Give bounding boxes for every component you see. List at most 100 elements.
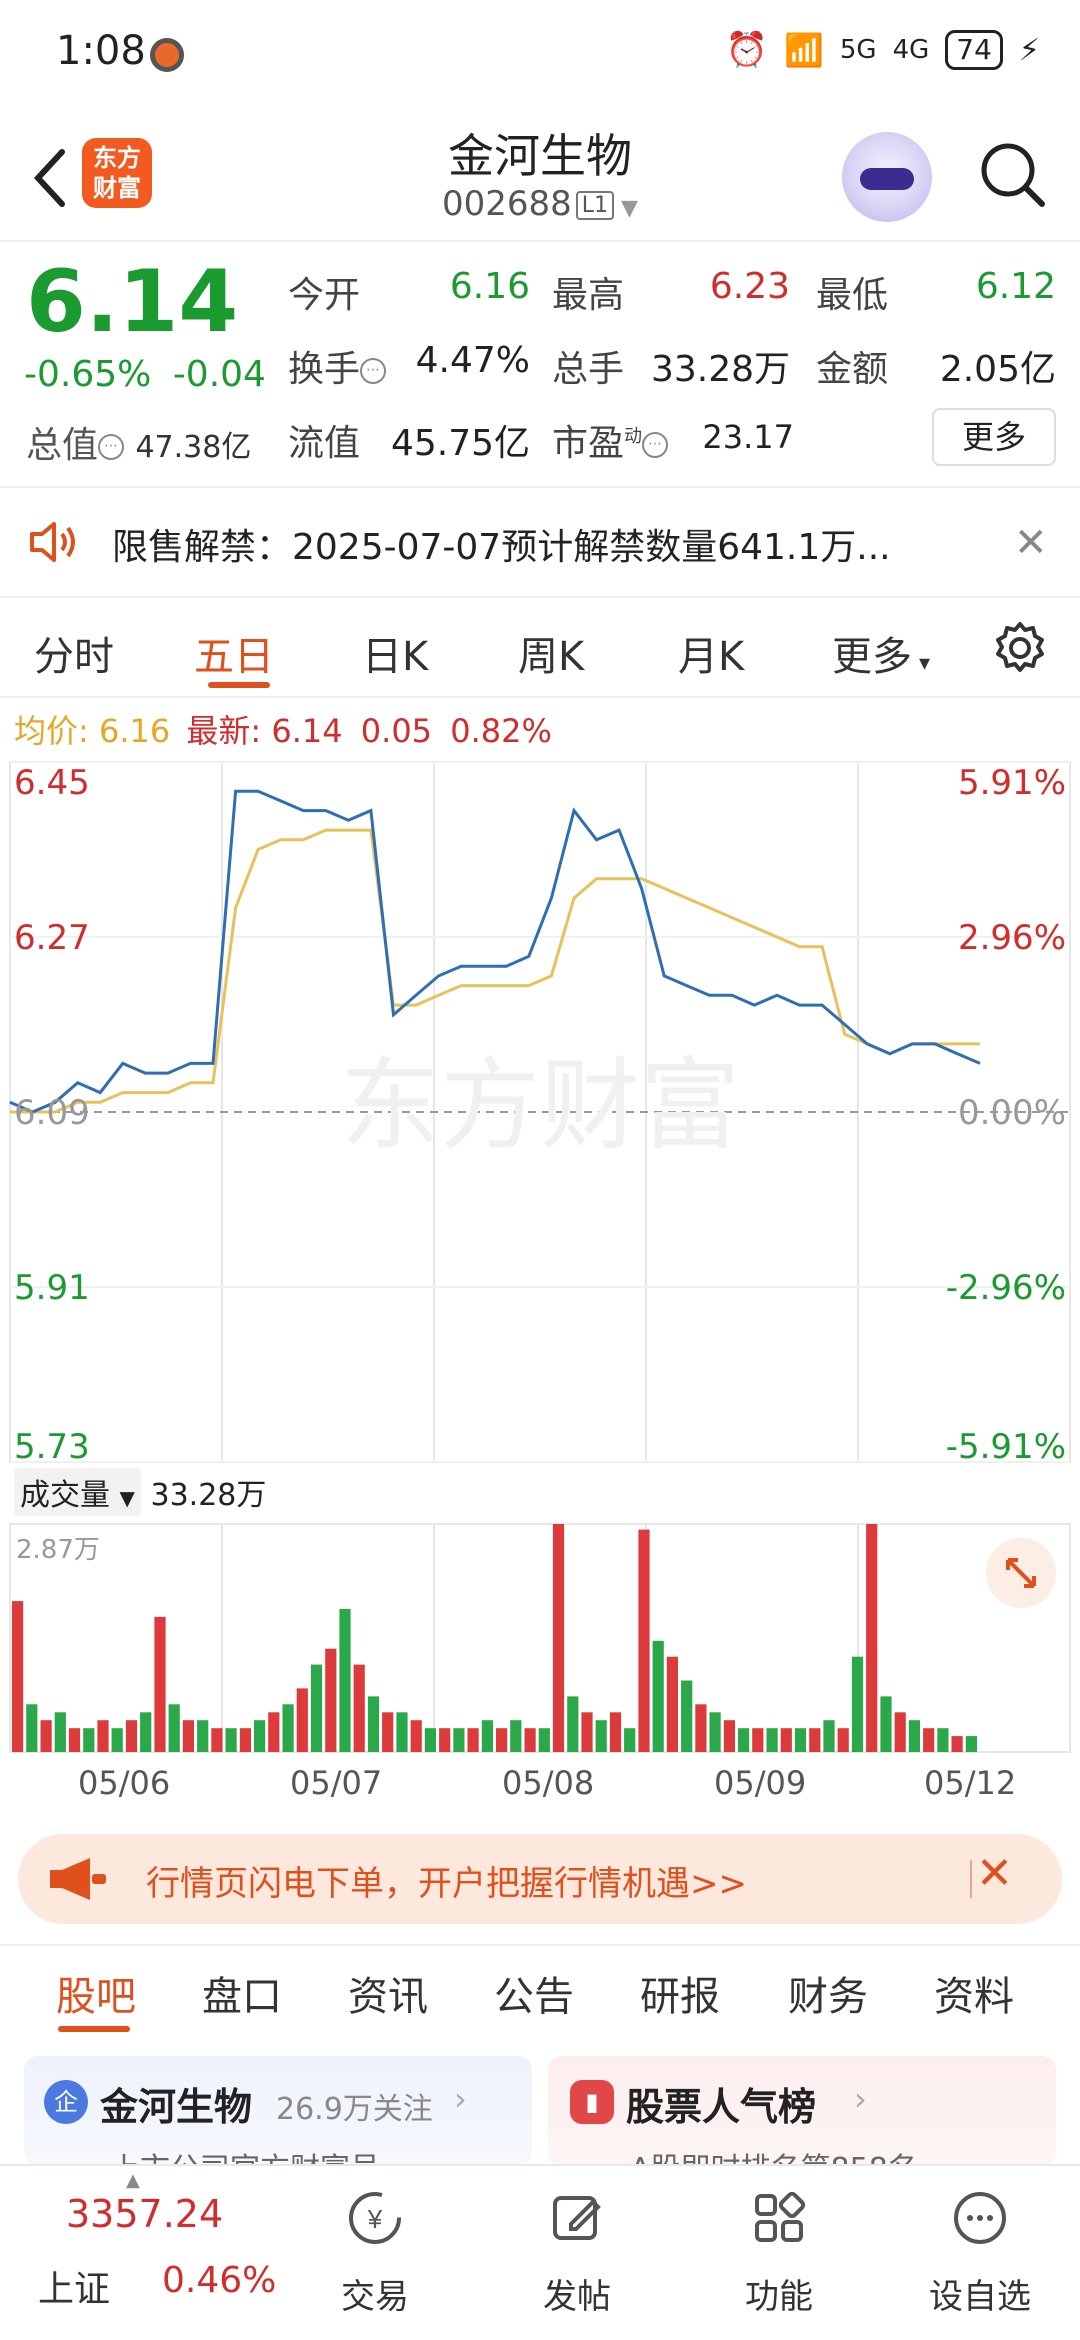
volume-bar bbox=[282, 1704, 294, 1752]
amount-label: 金额 bbox=[816, 349, 889, 390]
close-icon[interactable]: ✕ bbox=[976, 1848, 1013, 1899]
tab-news[interactable]: 资讯 bbox=[348, 1964, 428, 2022]
volume-bar bbox=[40, 1720, 52, 1752]
tab-monthly-k[interactable]: 月K bbox=[678, 624, 744, 682]
tab-order-book[interactable]: 盘口 bbox=[202, 1964, 282, 2022]
caret-up-icon: ▲ bbox=[126, 2170, 140, 2191]
high-label: 最高 bbox=[552, 275, 625, 316]
tab-weekly-k[interactable]: 周K bbox=[518, 624, 584, 682]
volume-bar bbox=[681, 1680, 693, 1752]
open-value: 6.16 bbox=[449, 266, 530, 307]
volume-bar bbox=[738, 1728, 750, 1752]
volume-bar bbox=[581, 1712, 593, 1752]
volume-bar bbox=[624, 1728, 636, 1752]
volume-bar bbox=[524, 1728, 536, 1752]
volume-bar bbox=[780, 1728, 792, 1752]
volume-bar bbox=[268, 1712, 280, 1752]
app-notification-icon bbox=[150, 38, 184, 72]
price-change: -0.65% -0.04 bbox=[24, 354, 266, 395]
y-tick-label-left: 6.27 bbox=[14, 918, 90, 958]
lockup-notice[interactable]: 限售解禁：2025-07-07预计解禁数量641.1万... ✕ bbox=[0, 490, 1080, 592]
volume-bar bbox=[908, 1720, 920, 1752]
signal-4g-label: 4G bbox=[892, 35, 930, 65]
level-badge: L1 bbox=[575, 191, 615, 220]
volume-bar bbox=[880, 1696, 892, 1752]
volume-bar bbox=[481, 1720, 493, 1752]
volume-bar bbox=[467, 1728, 479, 1752]
grid-icon bbox=[755, 2191, 806, 2242]
chevron-right-icon: › bbox=[854, 2080, 867, 2118]
megaphone-icon bbox=[50, 1858, 106, 1900]
y-tick-label-left: 5.91 bbox=[14, 1268, 90, 1308]
status-time: 1:08 bbox=[56, 28, 146, 74]
volume-bar bbox=[296, 1688, 308, 1752]
volume-bar bbox=[325, 1648, 337, 1752]
nav-add-watchlist[interactable]: 设自选 bbox=[910, 2188, 1050, 2318]
chart-tabs: 分时 五日 日K 周K 月K 更多 ▾ bbox=[0, 596, 1080, 696]
popularity-card[interactable]: ▮ 股票人气榜 › A股即时排名第858名 bbox=[548, 2056, 1056, 2166]
tab-finance[interactable]: 财务 bbox=[788, 1964, 868, 2022]
index-value[interactable]: 3357.24 bbox=[66, 2192, 223, 2236]
volume-bar bbox=[140, 1712, 152, 1752]
alarm-icon: ⏰ bbox=[725, 30, 769, 70]
volume-bar bbox=[567, 1696, 579, 1752]
volume-bar bbox=[197, 1720, 209, 1752]
volume-bar bbox=[709, 1712, 721, 1752]
chevron-right-icon: › bbox=[454, 2080, 467, 2118]
volume-bar bbox=[837, 1728, 849, 1752]
search-icon[interactable] bbox=[976, 138, 1048, 210]
expand-icon[interactable] bbox=[986, 1538, 1056, 1608]
gear-icon[interactable] bbox=[990, 618, 1050, 678]
trade-icon: ¥ bbox=[349, 2192, 401, 2244]
tab-forum[interactable]: 股吧 bbox=[56, 1964, 136, 2022]
volume-bar bbox=[595, 1720, 607, 1752]
svg-text:¥: ¥ bbox=[367, 2204, 383, 2234]
volume-bar bbox=[367, 1696, 380, 1752]
notice-text: 限售解禁：2025-07-07预计解禁数量641.1万... bbox=[112, 527, 891, 568]
stock-header: 东方 财富 金河生物 002688 L1 ▼ bbox=[0, 110, 1080, 240]
tab-announcements[interactable]: 公告 bbox=[494, 1964, 574, 2022]
edit-icon bbox=[553, 2196, 601, 2240]
amount-value: 2.05亿 bbox=[939, 349, 1056, 390]
watermark: 东方财富 bbox=[340, 1050, 740, 1162]
nav-functions[interactable]: 功能 bbox=[724, 2188, 834, 2318]
more-quote-button[interactable]: 更多 bbox=[932, 408, 1056, 466]
pe-value: 23.17 bbox=[702, 418, 794, 456]
volume-bar bbox=[951, 1736, 963, 1752]
status-bar: 1:08 ⏰ 📶 5G 4G 74 ⚡ bbox=[0, 0, 1080, 110]
volume-bar bbox=[723, 1720, 735, 1752]
volume-bar bbox=[809, 1728, 821, 1752]
volume-bar bbox=[424, 1728, 436, 1752]
tab-profile[interactable]: 资料 bbox=[934, 1964, 1014, 2022]
volume-bar bbox=[965, 1736, 977, 1752]
rank-chart-icon: ▮ bbox=[570, 2080, 614, 2124]
index-change[interactable]: 0.46% bbox=[162, 2260, 276, 2301]
volume-bar bbox=[211, 1728, 223, 1752]
volume-bar bbox=[26, 1704, 38, 1752]
volume-indicator-select[interactable]: 成交量 ▼ bbox=[14, 1468, 141, 1516]
charging-icon: ⚡ bbox=[1018, 32, 1040, 68]
index-name[interactable]: 上证 bbox=[38, 2260, 110, 2312]
caret-icon: ▾ bbox=[912, 651, 931, 676]
tab-five-day[interactable]: 五日 bbox=[194, 624, 274, 682]
five-day-chart[interactable]: 东方财富 2.87万 6.45 5.91% 6.27 2.96% 6.09 0.00% 5.… bbox=[0, 756, 1080, 1866]
float-cap-label: 流值 bbox=[288, 423, 361, 464]
volume-bar bbox=[794, 1728, 807, 1752]
y-tick-label-right: -5.91% bbox=[946, 1427, 1066, 1467]
tab-intraday[interactable]: 分时 bbox=[34, 624, 114, 682]
company-account-card[interactable]: 企 金河生物 26.9万关注 › 上市公司官方财富号 bbox=[24, 2056, 532, 2166]
promo-banner[interactable]: 行情页闪电下单，开户把握行情机遇>> ✕ bbox=[18, 1834, 1062, 1924]
volume-bar bbox=[225, 1728, 237, 1752]
volume-max-label: 2.87万 bbox=[16, 1535, 100, 1565]
volume-bar bbox=[410, 1720, 422, 1752]
close-icon[interactable]: ✕ bbox=[1014, 520, 1048, 566]
nav-trade[interactable]: ¥ 交易 bbox=[320, 2188, 430, 2318]
nav-post[interactable]: 发帖 bbox=[522, 2188, 632, 2318]
tab-daily-k[interactable]: 日K bbox=[362, 624, 428, 682]
volume-bar bbox=[752, 1728, 764, 1752]
ai-assistant-avatar-icon[interactable] bbox=[842, 132, 932, 222]
tab-more[interactable]: 更多 ▾ bbox=[832, 624, 930, 682]
tab-research[interactable]: 研报 bbox=[640, 1964, 720, 2022]
volume-bar bbox=[609, 1712, 622, 1752]
x-tick-label: 05/06 bbox=[78, 1764, 171, 1802]
